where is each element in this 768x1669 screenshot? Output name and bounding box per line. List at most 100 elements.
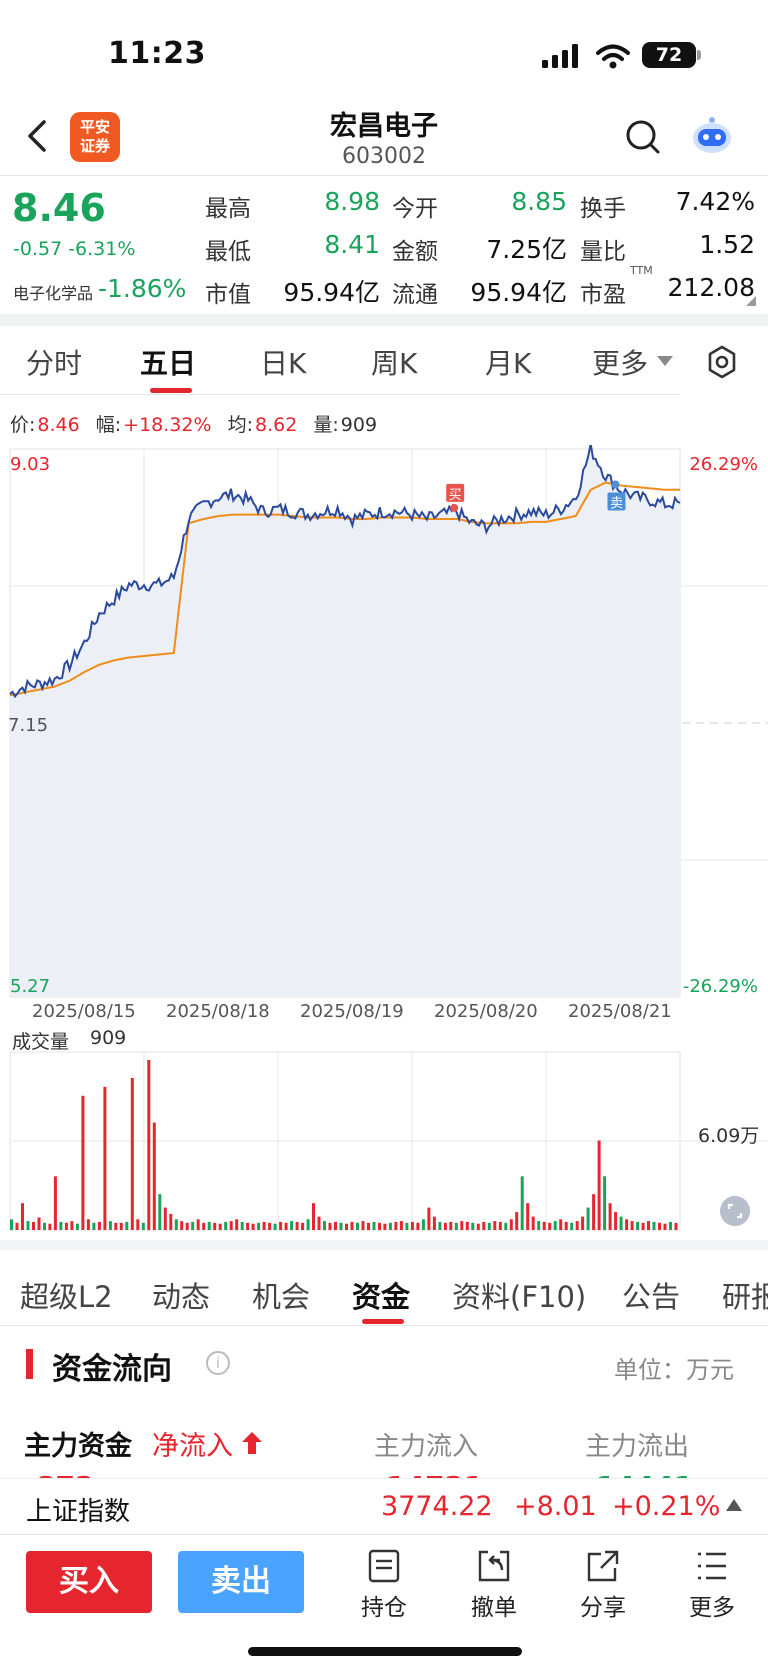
volume-bar — [378, 1222, 381, 1230]
inflow-header: 主力流入 — [374, 1432, 479, 1462]
tab-news[interactable]: 动态 — [152, 1274, 210, 1316]
unit-label: 单位：万元 — [614, 1356, 734, 1384]
tab-opportunity[interactable]: 机会 — [252, 1274, 310, 1316]
buy-button[interactable]: 买入 — [26, 1551, 152, 1613]
sell-marker-dot — [611, 480, 620, 489]
robot-assistant-icon[interactable] — [690, 116, 734, 156]
section-separator — [0, 314, 768, 326]
volume-bar — [323, 1221, 326, 1230]
volume-bar — [328, 1222, 332, 1230]
holdings-label: 持仓 — [361, 1595, 407, 1621]
volume-bar — [460, 1221, 464, 1230]
volume-bar — [410, 1221, 414, 1230]
battery-indicator: 72 — [642, 42, 696, 68]
volume-bar — [531, 1216, 535, 1230]
volume-bar — [119, 1222, 123, 1230]
volume-bar — [493, 1221, 497, 1230]
volume-bar — [279, 1221, 283, 1230]
volume-grid — [9, 1051, 768, 1231]
tab-announcements[interactable]: 公告 — [622, 1274, 680, 1316]
volume-bar — [229, 1221, 233, 1230]
volume-bar — [97, 1221, 101, 1230]
battery-tip — [697, 50, 701, 60]
volume-bars — [10, 1060, 678, 1230]
y-min-label: 5.27 — [10, 976, 50, 997]
vol-ratio-value: 1.52 — [699, 230, 755, 259]
volume-bar — [438, 1221, 442, 1230]
volume-bar — [641, 1222, 645, 1230]
volume-bar — [592, 1194, 596, 1230]
volume-value: 909 — [90, 1027, 127, 1049]
tab-weekly-k[interactable]: 周K — [371, 342, 417, 382]
volume-bar — [603, 1176, 607, 1230]
volume-bar — [647, 1221, 650, 1230]
volume-bar — [334, 1221, 337, 1230]
volume-bar — [658, 1222, 661, 1230]
pe-value: 212.08 — [667, 273, 755, 302]
volume-bar — [64, 1222, 68, 1230]
volume-bar — [273, 1223, 277, 1230]
volume-bar — [614, 1212, 618, 1230]
volume-bar — [356, 1222, 359, 1230]
expand-up-icon[interactable] — [726, 1499, 742, 1511]
cancel-order-button[interactable]: 撤单 — [454, 1548, 534, 1622]
sector-label[interactable]: 电子化学品 — [13, 280, 93, 304]
volume-bar — [564, 1221, 568, 1230]
volume-bar — [416, 1222, 420, 1230]
tab-daily-k[interactable]: 日K — [260, 342, 306, 382]
tab-more[interactable]: 更多 — [592, 342, 648, 382]
volume-chart[interactable] — [0, 1050, 768, 1235]
info-icon[interactable]: i — [206, 1351, 230, 1375]
sell-button[interactable]: 卖出 — [178, 1551, 304, 1613]
share-button[interactable]: 分享 — [563, 1548, 643, 1622]
index-name[interactable]: 上证指数 — [26, 1491, 130, 1528]
float-value: 95.94亿 — [470, 278, 567, 307]
buy-marker-text: 买 — [449, 488, 462, 503]
pct-max-label: 26.29% — [689, 454, 758, 475]
tab-reports[interactable]: 研报 — [722, 1274, 768, 1316]
sector-change[interactable]: -1.86% — [98, 274, 186, 303]
volume-bar — [432, 1216, 436, 1230]
volume-bar — [537, 1221, 541, 1230]
volume-bar — [158, 1194, 162, 1230]
bottom-tabs-divider — [0, 1325, 768, 1326]
volume-bar — [361, 1221, 365, 1230]
tab-super-l2[interactable]: 超级L2 — [20, 1274, 113, 1316]
holdings-button[interactable]: 持仓 — [344, 1548, 424, 1622]
volume-bar — [405, 1222, 409, 1230]
info-price-label: 价: — [10, 414, 36, 436]
volume-bar — [306, 1219, 310, 1230]
volume-bar — [59, 1221, 63, 1230]
tab-monthly-k[interactable]: 月K — [485, 342, 531, 382]
back-icon[interactable] — [18, 114, 58, 158]
volume-bar — [174, 1219, 178, 1230]
volume-bar — [284, 1222, 288, 1230]
more-button[interactable]: 更多 — [672, 1548, 752, 1622]
five-day-price-chart[interactable]: 买卖 9.03 7.15 5.27 26.29% -26.29% 2025/08… — [0, 445, 768, 1025]
expand-icon[interactable] — [720, 1196, 750, 1226]
corner-triangle-icon — [746, 296, 756, 306]
header-divider — [0, 175, 768, 176]
volume-bar — [636, 1221, 640, 1230]
volume-bar — [301, 1222, 305, 1230]
volume-bar — [290, 1221, 294, 1230]
volume-bar — [251, 1223, 255, 1230]
volume-bar — [43, 1222, 46, 1230]
date-label: 2025/08/19 — [300, 1001, 404, 1022]
volume-bar — [443, 1222, 447, 1230]
tab-five-day[interactable]: 五日 — [140, 342, 196, 382]
volume-bar — [257, 1222, 261, 1230]
y-mid-label: 7.15 — [8, 715, 48, 736]
share-icon — [587, 1550, 619, 1582]
volume-bar — [372, 1221, 376, 1230]
volume-bar — [449, 1221, 453, 1230]
tab-f10[interactable]: 资料(F10) — [452, 1274, 586, 1316]
volume-bar — [520, 1176, 524, 1230]
info-amp: +18.32% — [123, 414, 212, 436]
volume-bar — [218, 1223, 222, 1230]
volume-bar — [367, 1222, 370, 1230]
tab-funds[interactable]: 资金 — [352, 1274, 410, 1316]
tab-intraday[interactable]: 分时 — [26, 342, 82, 382]
search-icon[interactable] — [624, 118, 662, 156]
settings-gear-icon[interactable] — [704, 344, 740, 380]
